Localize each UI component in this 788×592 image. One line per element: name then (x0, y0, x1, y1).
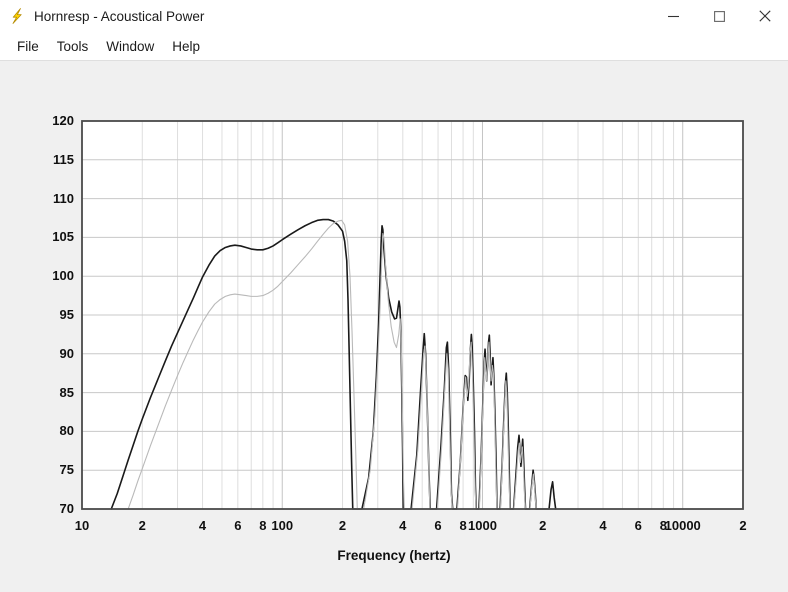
x-tick-label: 2 (138, 518, 146, 533)
title-bar: Hornresp - Acoustical Power (0, 0, 788, 32)
x-tick-label: 2 (539, 518, 547, 533)
menu-item-window[interactable]: Window (97, 36, 163, 57)
lightning-bolt-icon (4, 2, 32, 30)
minimize-button[interactable] (650, 0, 696, 32)
menu-item-tools[interactable]: Tools (48, 36, 98, 57)
y-tick-label: 85 (59, 384, 74, 400)
x-tick-label: 10 (74, 518, 90, 533)
acoustical-power-chart (0, 61, 788, 531)
chart-client-area: Acoustical Power (dB) Horn 2 S x 2 P Spe… (0, 60, 788, 592)
y-tick-label: 110 (53, 190, 74, 206)
y-tick-label: 80 (59, 423, 74, 439)
y-tick-label: 115 (53, 151, 74, 167)
y-tick-label: 70 (59, 501, 74, 516)
maximize-button[interactable] (696, 0, 742, 32)
x-tick-label: 2 (338, 518, 347, 533)
y-tick-label: 100 (52, 268, 74, 284)
application-window: Hornresp - Acoustical Power File Tools W… (0, 0, 788, 592)
window-controls (650, 0, 788, 32)
y-tick-label: 75 (59, 462, 74, 478)
window-title: Hornresp - Acoustical Power (34, 8, 205, 24)
y-tick-label: 105 (52, 229, 74, 245)
x-axis-label: Frequency (hertz) (337, 548, 451, 563)
x-tick-label: 1000 (468, 518, 497, 533)
x-tick-label: 2 (739, 518, 747, 533)
close-button[interactable] (742, 0, 788, 32)
y-tick-label: 95 (59, 307, 74, 322)
menu-item-help[interactable]: Help (163, 36, 209, 57)
menu-bar: File Tools Window Help (0, 32, 788, 60)
y-tick-label: 90 (59, 345, 74, 361)
menu-item-file[interactable]: File (8, 36, 48, 57)
y-tick-label: 120 (52, 113, 74, 128)
x-tick-label: 100 (271, 518, 294, 533)
x-tick-label: 10000 (664, 518, 701, 533)
